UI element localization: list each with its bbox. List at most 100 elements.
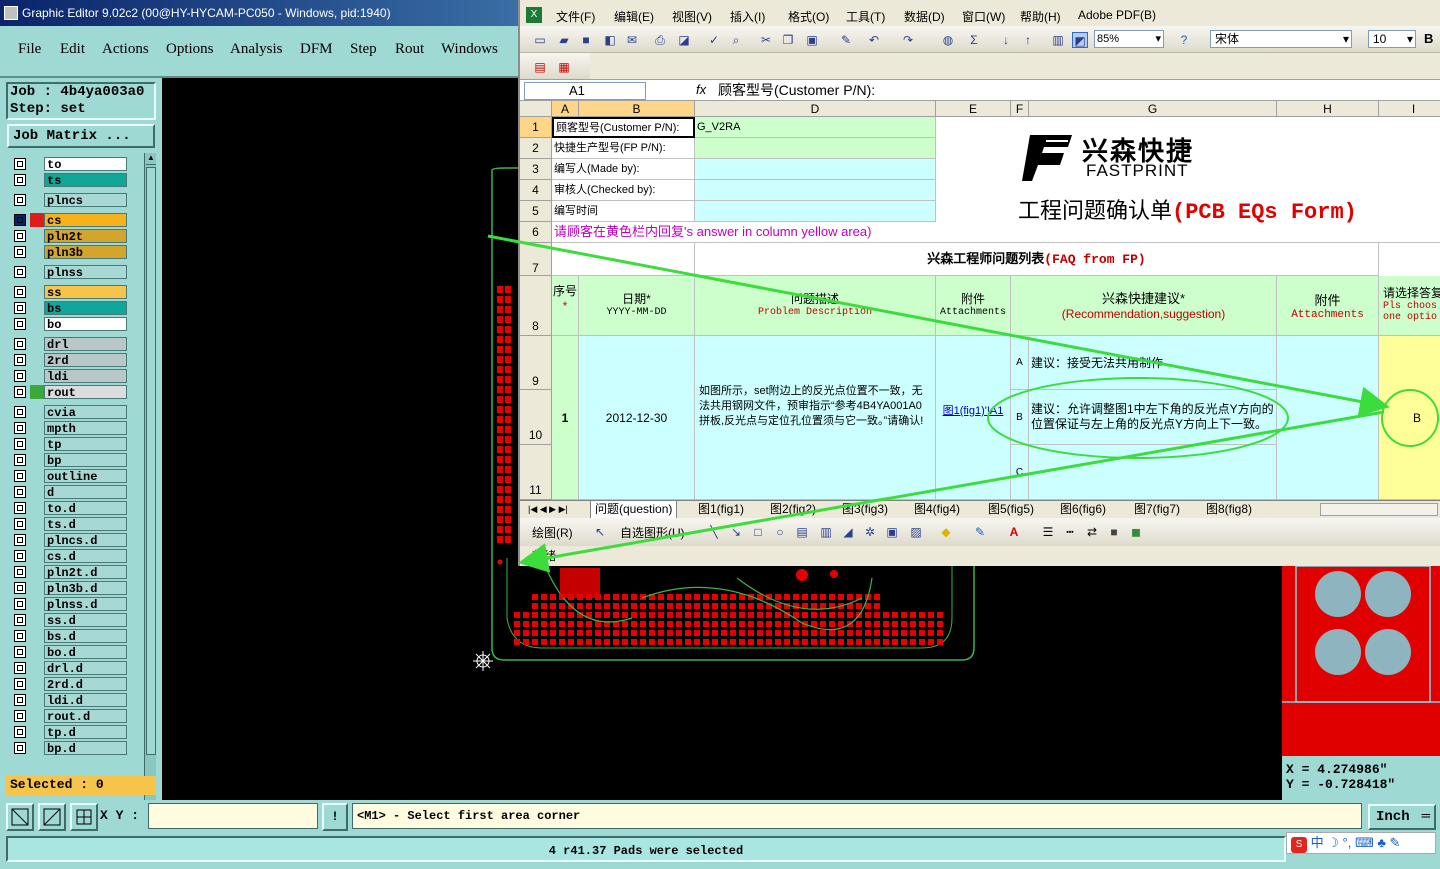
rec-c[interactable] bbox=[1029, 445, 1277, 500]
layer-name[interactable]: cs bbox=[44, 213, 127, 228]
col-header-g[interactable]: G bbox=[1029, 101, 1277, 117]
layer-row[interactable]: 2rd bbox=[8, 353, 144, 368]
layer-name[interactable]: outline bbox=[44, 469, 127, 484]
layer-row[interactable]: to bbox=[8, 157, 144, 172]
menu-actions[interactable]: Actions bbox=[102, 41, 149, 58]
faq-title[interactable]: 兴森工程师问题列表(FAQ from FP) bbox=[695, 243, 1379, 276]
cell-d4[interactable] bbox=[695, 180, 936, 201]
menu-rout[interactable]: Rout bbox=[395, 41, 424, 58]
job-matrix-button[interactable]: Job Matrix ... bbox=[7, 124, 155, 148]
layer-row[interactable]: drl bbox=[8, 337, 144, 352]
menu-windows[interactable]: Windows bbox=[441, 41, 498, 58]
layer-row[interactable]: cvia bbox=[8, 405, 144, 420]
clipart-icon[interactable]: ▣ bbox=[884, 524, 900, 540]
cell-b1[interactable]: 顾客型号(Customer P/N): bbox=[552, 117, 695, 138]
layer-row[interactable]: ss bbox=[8, 285, 144, 300]
ime-icons[interactable]: ☽ °, ⌨ ♣ ✎ bbox=[1327, 835, 1400, 850]
hdr-rec[interactable]: 兴森快捷建议* (Recommendation,suggestion) bbox=[1011, 276, 1277, 336]
layer-list-scrollbar[interactable]: ▲ ▼ bbox=[144, 153, 156, 851]
layer-row[interactable]: ldi.d bbox=[8, 693, 144, 708]
layer-checkbox[interactable] bbox=[14, 302, 26, 314]
col-header-f[interactable]: F bbox=[1011, 101, 1029, 117]
tab-fig7[interactable]: 图7(fig7) bbox=[1134, 501, 1180, 518]
layer-row[interactable]: pln3b.d bbox=[8, 581, 144, 596]
oval-icon[interactable]: ○ bbox=[772, 524, 788, 540]
cell-b6-instruction[interactable]: 请顾客在黄色栏内回复's answer in column yellow are… bbox=[552, 222, 1440, 243]
layer-checkbox[interactable] bbox=[14, 614, 26, 626]
row-header-1[interactable]: 1 bbox=[520, 117, 552, 138]
layer-row[interactable]: ts.d bbox=[8, 517, 144, 532]
fill-color-icon[interactable]: ◆ bbox=[938, 524, 954, 540]
layer-checkbox[interactable] bbox=[14, 534, 26, 546]
tab-fig5[interactable]: 图5(fig5) bbox=[988, 501, 1034, 518]
cell-date[interactable]: 2012-12-30 bbox=[579, 336, 695, 500]
layer-name[interactable]: drl bbox=[44, 337, 127, 352]
layer-row[interactable]: mpth bbox=[8, 421, 144, 436]
layer-row[interactable]: plnss.d bbox=[8, 597, 144, 612]
row-header-4[interactable]: 4 bbox=[520, 180, 552, 201]
layer-checkbox[interactable] bbox=[14, 174, 26, 186]
layer-checkbox[interactable] bbox=[14, 266, 26, 278]
sort-asc-icon[interactable]: ↓ bbox=[998, 32, 1014, 48]
scroll-up-icon[interactable]: ▲ bbox=[146, 153, 156, 165]
bold-button[interactable]: B bbox=[1424, 31, 1433, 46]
layer-checkbox[interactable] bbox=[14, 502, 26, 514]
layer-name[interactable]: ldi.d bbox=[44, 693, 127, 708]
autosum-icon[interactable]: Σ bbox=[966, 32, 982, 48]
opt-c[interactable]: C bbox=[1011, 445, 1029, 500]
layer-row[interactable]: drl.d bbox=[8, 661, 144, 676]
xl-menu-data[interactable]: 数据(D) bbox=[904, 8, 945, 25]
sogou-icon[interactable]: S bbox=[1291, 837, 1307, 853]
layer-checkbox[interactable] bbox=[14, 646, 26, 658]
layer-row[interactable]: d bbox=[8, 485, 144, 500]
cell-d3[interactable] bbox=[695, 159, 936, 180]
font-select[interactable]: 宋体 ▾ bbox=[1210, 30, 1352, 48]
layer-name[interactable]: ts.d bbox=[44, 517, 127, 532]
line-icon[interactable]: ╲ bbox=[706, 524, 722, 540]
line-style-icon[interactable]: ☰ bbox=[1040, 524, 1056, 540]
layer-checkbox[interactable] bbox=[14, 726, 26, 738]
layer-checkbox[interactable] bbox=[14, 438, 26, 450]
layer-checkbox[interactable] bbox=[14, 386, 26, 398]
layer-name[interactable]: pln3b bbox=[44, 245, 127, 260]
layer-row[interactable]: ss.d bbox=[8, 613, 144, 628]
layer-row[interactable]: ts bbox=[8, 173, 144, 188]
layer-row[interactable]: outline bbox=[8, 469, 144, 484]
row-header-11[interactable]: 11 bbox=[520, 445, 552, 500]
cell-d2[interactable] bbox=[695, 138, 936, 159]
spelling-icon[interactable]: ✓ bbox=[706, 32, 722, 48]
format-painter-icon[interactable]: ✎ bbox=[838, 32, 854, 48]
layer-row[interactable]: bs bbox=[8, 301, 144, 316]
hyperlink-icon[interactable]: ◍ bbox=[940, 32, 956, 48]
cell-d5[interactable] bbox=[695, 201, 936, 222]
layer-row[interactable]: tp.d bbox=[8, 725, 144, 740]
menu-file[interactable]: File bbox=[18, 41, 41, 58]
layer-checkbox[interactable] bbox=[14, 422, 26, 434]
layer-name[interactable]: 2rd bbox=[44, 353, 127, 368]
cell-b7[interactable] bbox=[552, 243, 695, 276]
email-icon[interactable]: ✉ bbox=[624, 32, 640, 48]
xl-menu-insert[interactable]: 插入(I) bbox=[730, 8, 765, 25]
row-header-3[interactable]: 3 bbox=[520, 159, 552, 180]
layer-checkbox[interactable] bbox=[14, 406, 26, 418]
line-color-icon[interactable]: ✎ bbox=[972, 524, 988, 540]
xl-menu-view[interactable]: 视图(V) bbox=[672, 8, 712, 25]
cell-attach2[interactable] bbox=[1277, 336, 1379, 500]
tab-fig2[interactable]: 图2(fig2) bbox=[770, 501, 816, 518]
layer-row[interactable]: plncs.d bbox=[8, 533, 144, 548]
cell-no[interactable]: 1 bbox=[552, 336, 579, 500]
snap-button[interactable] bbox=[6, 803, 34, 831]
diagram-icon[interactable]: ✲ bbox=[862, 524, 878, 540]
xl-menu-format[interactable]: 格式(O) bbox=[788, 8, 829, 25]
redo-icon[interactable]: ↷ bbox=[900, 32, 916, 48]
row-header-7[interactable]: 7 bbox=[520, 243, 552, 276]
font-size-select[interactable]: 10 ▾ bbox=[1368, 30, 1416, 48]
col-header-a[interactable]: A bbox=[552, 101, 579, 117]
scroll-thumb[interactable] bbox=[146, 167, 156, 755]
layer-name[interactable]: plnss bbox=[44, 265, 127, 280]
open-icon[interactable]: ▰ bbox=[556, 32, 572, 48]
tab-fig1[interactable]: 图1(fig1) bbox=[698, 501, 744, 518]
cell-desc[interactable]: 如图所示，set附边上的反光点位置不一致，无法共用钢网文件，预审指示“参考4B4… bbox=[695, 336, 936, 500]
layer-row[interactable]: to.d bbox=[8, 501, 144, 516]
tab-question[interactable]: 问题(question) bbox=[590, 501, 678, 519]
